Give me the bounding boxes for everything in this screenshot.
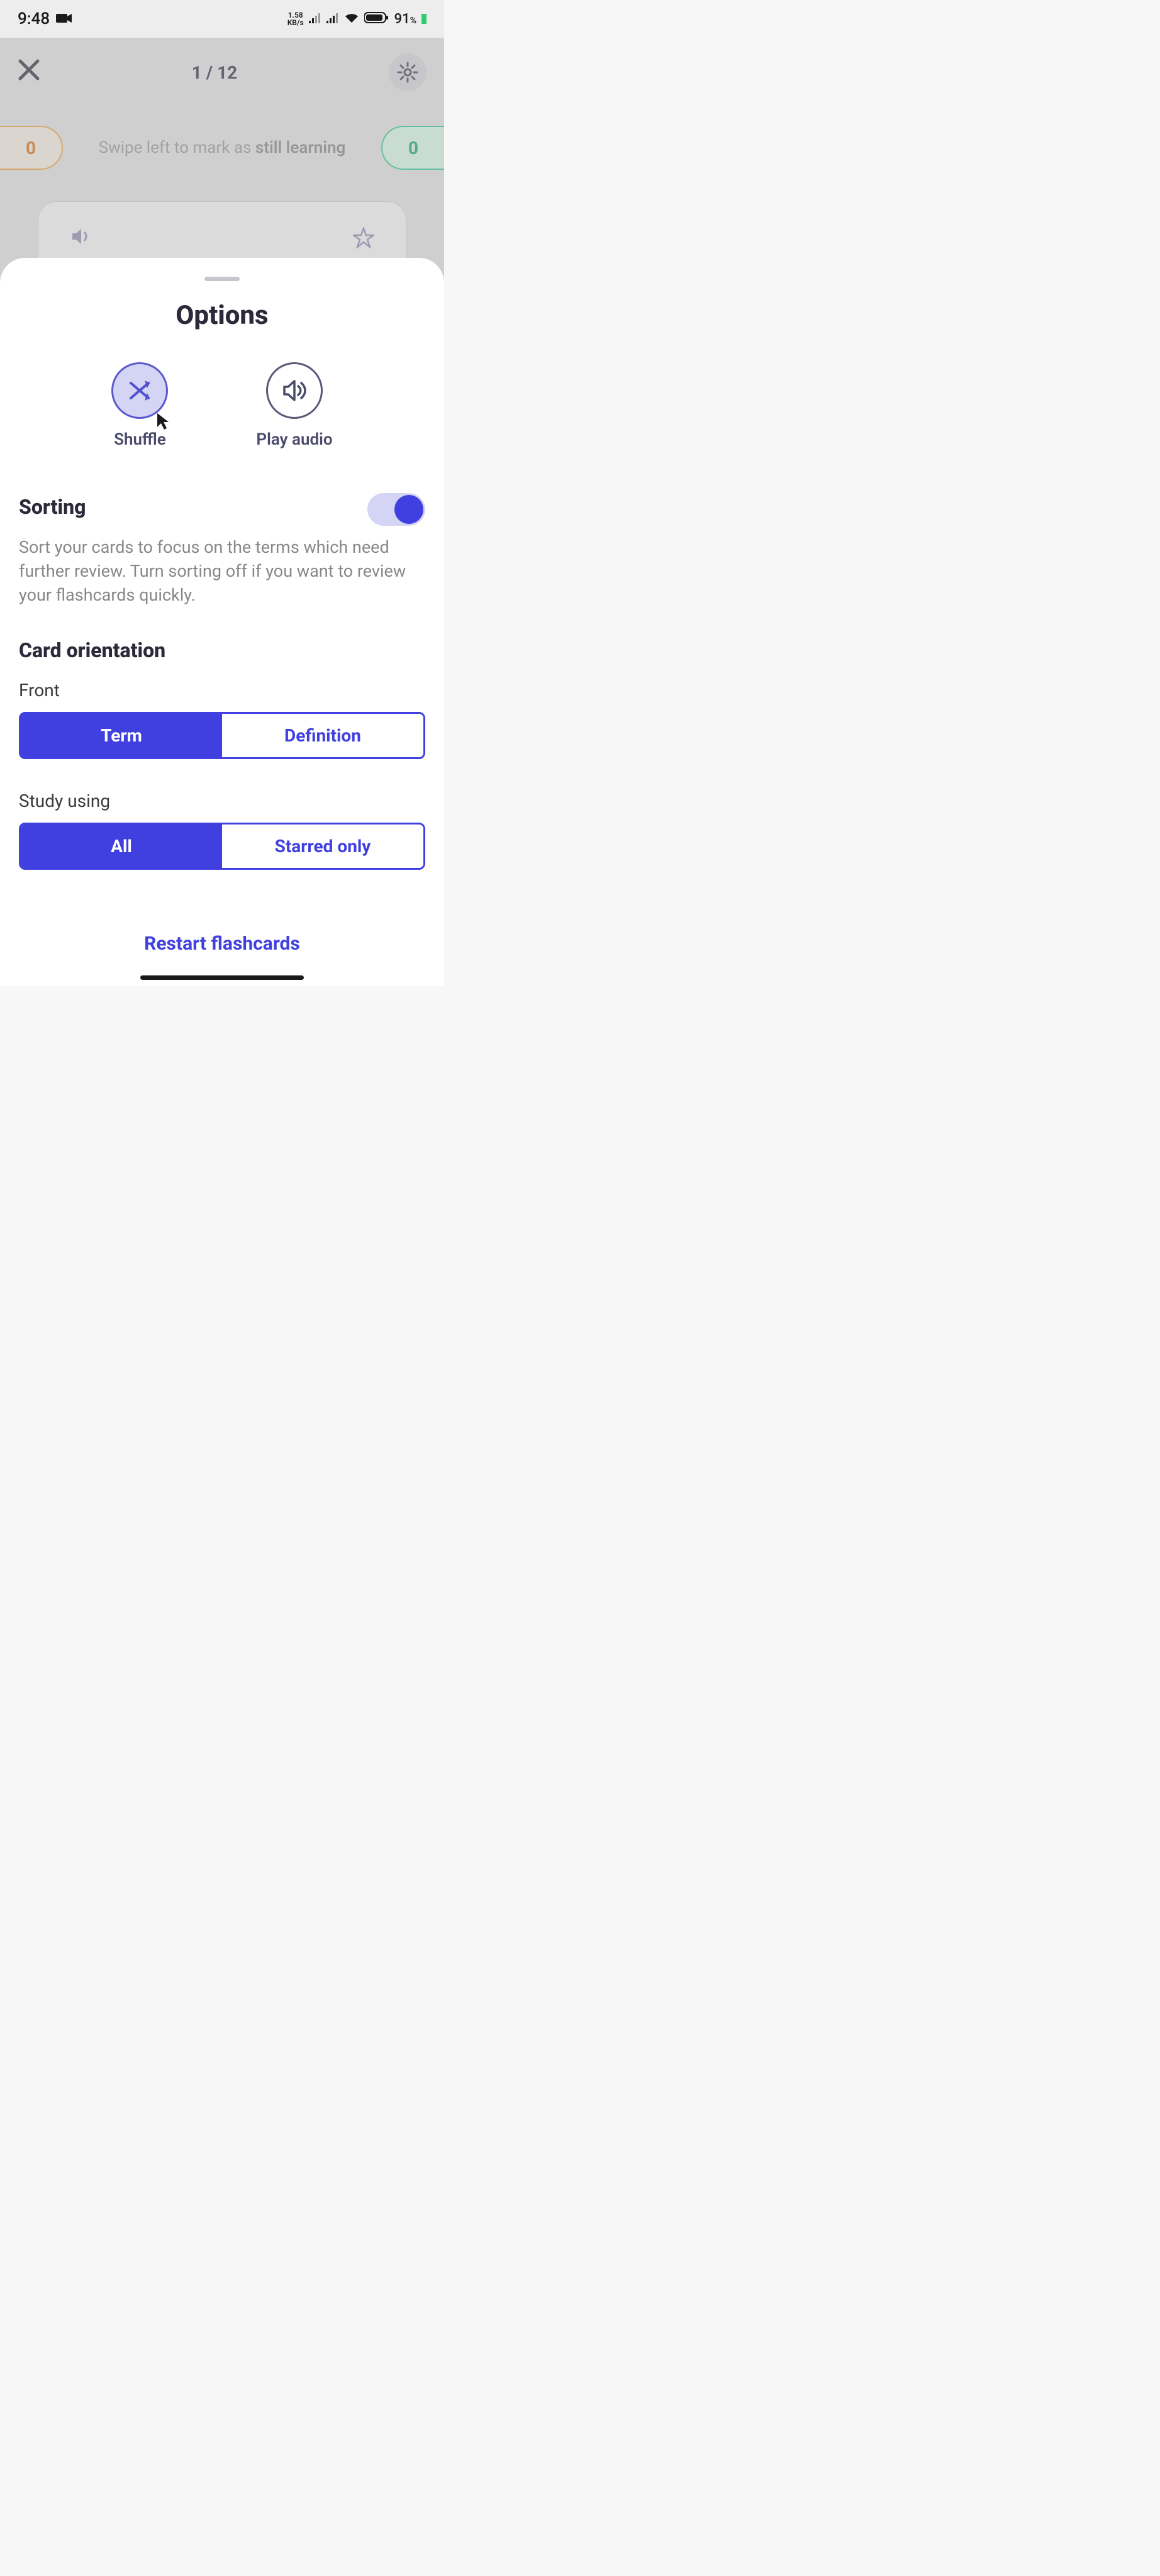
sorting-toggle[interactable] <box>367 493 425 526</box>
battery-icon <box>364 11 389 27</box>
swipe-hint: Swipe left to mark as still learning <box>63 138 381 157</box>
signal-icon-2 <box>326 11 339 26</box>
gear-icon <box>397 62 418 83</box>
shuffle-button[interactable] <box>111 362 168 419</box>
battery-percent: 91% <box>394 11 416 27</box>
sheet-title: Options <box>19 300 425 331</box>
video-icon <box>56 9 72 28</box>
still-learning-count: 0 <box>0 126 63 170</box>
status-time: 9:48 <box>18 9 50 28</box>
study-using-label: Study using <box>19 791 425 811</box>
data-rate: 1.58 KB/s <box>287 11 304 26</box>
wifi-icon <box>344 11 359 26</box>
study-using-segment-control: All Starred only <box>19 823 425 870</box>
speaker-icon <box>281 379 308 402</box>
signal-icon-1 <box>309 11 321 26</box>
play-audio-label: Play audio <box>256 430 332 449</box>
definition-option[interactable]: Definition <box>222 714 423 757</box>
front-label: Front <box>19 680 425 701</box>
all-option[interactable]: All <box>21 824 222 868</box>
privacy-indicator-icon <box>421 14 427 24</box>
orientation-heading: Card orientation <box>19 638 425 662</box>
play-audio-button[interactable] <box>266 362 323 419</box>
status-bar: 9:48 1.58 KB/s 91% <box>0 0 444 38</box>
cursor-icon <box>156 412 171 433</box>
term-option[interactable]: Term <box>21 714 222 757</box>
starred-only-option[interactable]: Starred only <box>222 824 423 868</box>
sorting-heading: Sorting <box>19 495 86 519</box>
app-header: 1 / 12 <box>0 38 444 107</box>
home-indicator[interactable] <box>140 975 304 980</box>
close-icon[interactable] <box>18 58 40 87</box>
settings-button[interactable] <box>389 53 427 91</box>
restart-flashcards-button[interactable]: Restart flashcards <box>19 933 425 955</box>
known-count: 0 <box>381 126 444 170</box>
sorting-description: Sort your cards to focus on the terms wh… <box>19 536 425 607</box>
drag-handle[interactable] <box>204 277 240 281</box>
shuffle-icon <box>126 377 153 404</box>
front-segment-control: Term Definition <box>19 712 425 759</box>
options-sheet: Options Shuffle <box>0 258 444 986</box>
progress-indicator: 1 / 12 <box>192 62 238 83</box>
